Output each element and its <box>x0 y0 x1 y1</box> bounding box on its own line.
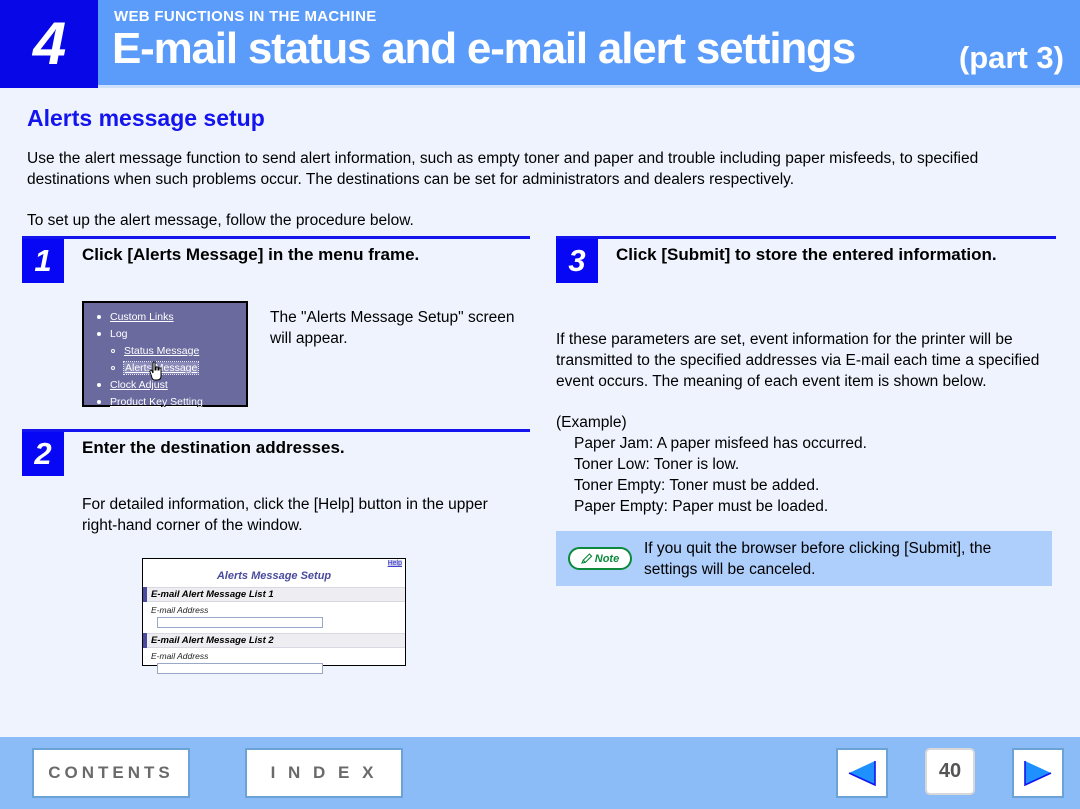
step1-header: 1 Click [Alerts Message] in the menu fra… <box>22 239 530 287</box>
index-button[interactable]: I N D E X <box>245 748 403 798</box>
step1-number-badge: 1 <box>22 239 64 283</box>
menu-frame-mock: Custom Links Log Status Message Alerts M… <box>82 301 248 408</box>
bullet-icon <box>97 400 101 404</box>
step3-heading: Click [Submit] to store the entered info… <box>616 245 997 264</box>
dialog-section-label: E-mail Alert Message List 1 <box>151 589 274 600</box>
step1-caption: The "Alerts Message Setup" screen will a… <box>270 309 515 347</box>
menu-item-label: Custom Links <box>110 311 174 323</box>
note-text: If you quit the browser before clicking … <box>644 539 992 578</box>
section-marker-icon <box>143 633 147 648</box>
menu-item-clock-adjust[interactable]: Clock Adjust <box>84 377 246 394</box>
menu-item-log: Log <box>84 326 246 343</box>
contents-button[interactable]: CONTENTS <box>32 748 190 798</box>
step3-body: If these parameters are set, event infor… <box>556 331 1040 390</box>
page-number: 40 <box>925 748 975 795</box>
menu-item-custom-links[interactable]: Custom Links <box>84 309 246 326</box>
bullet-hollow-icon <box>111 366 115 370</box>
header-kicker: WEB FUNCTIONS IN THE MACHINE <box>114 8 377 25</box>
example-title: (Example) <box>556 414 627 431</box>
next-page-button[interactable] <box>1012 748 1064 798</box>
dialog-section-header: E-mail Alert Message List 2 <box>143 633 405 648</box>
section-intro: Use the alert message function to send a… <box>27 150 979 188</box>
section-marker-icon <box>143 587 147 602</box>
section-intro-secondary: To set up the alert message, follow the … <box>27 212 414 229</box>
menu-item-label: Log <box>110 328 128 340</box>
page-header: 4 WEB FUNCTIONS IN THE MACHINE E-mail st… <box>0 0 1080 88</box>
pencil-icon <box>580 552 593 564</box>
bullet-icon <box>97 332 101 336</box>
email-address-input-1[interactable] <box>157 617 323 628</box>
menu-item-label: Product Key Setting <box>110 396 203 408</box>
bullet-icon <box>97 315 101 319</box>
section-title: Alerts message setup <box>27 105 265 131</box>
header-part-label: (part 3) <box>958 40 1064 75</box>
dialog-section-header: E-mail Alert Message List 1 <box>143 587 405 602</box>
menu-item-status-message[interactable]: Status Message <box>84 343 246 360</box>
left-column: 1 Click [Alerts Message] in the menu fra… <box>22 236 530 674</box>
note-label: Note <box>594 552 620 565</box>
chapter-number: 4 <box>32 10 66 77</box>
bullet-icon <box>97 383 101 387</box>
menu-item-label: Status Message <box>124 345 200 357</box>
step2-header: 2 Enter the destination addresses. <box>22 432 530 480</box>
step1-illustration: Custom Links Log Status Message Alerts M… <box>22 301 530 413</box>
page-root: 4 WEB FUNCTIONS IN THE MACHINE E-mail st… <box>0 0 1080 809</box>
hand-cursor-icon <box>149 361 162 381</box>
example-item: Paper Empty: Paper must be loaded. <box>574 498 829 515</box>
note-badge: Note <box>568 547 632 570</box>
example-item: Toner Low: Toner is low. <box>574 456 740 473</box>
header-banner: WEB FUNCTIONS IN THE MACHINE E-mail stat… <box>98 0 1080 88</box>
step2-heading: Enter the destination addresses. <box>82 438 345 457</box>
dialog-title: Alerts Message Setup <box>216 570 332 582</box>
menu-item-alerts-message[interactable]: Alerts Message <box>84 360 246 377</box>
header-underline <box>98 85 1080 88</box>
step2-body: For detailed information, click the [Hel… <box>82 496 488 534</box>
example-item: Toner Empty: Toner must be added. <box>574 477 820 494</box>
note-box: Note If you quit the browser before clic… <box>556 531 1052 586</box>
next-page-arrow-icon <box>1024 761 1052 787</box>
page-footer: CONTENTS I N D E X 40 <box>0 737 1080 809</box>
previous-page-button[interactable] <box>836 748 888 798</box>
dialog-section-label: E-mail Alert Message List 2 <box>151 635 274 646</box>
alerts-message-setup-dialog: Help Alerts Message Setup E-mail Alert M… <box>142 558 406 674</box>
step3-number-badge: 3 <box>556 239 598 283</box>
step3-header: 3 Click [Submit] to store the entered in… <box>556 239 1056 287</box>
bullet-hollow-icon <box>111 349 115 353</box>
right-column: 3 Click [Submit] to store the entered in… <box>556 236 1056 586</box>
example-item: Paper Jam: A paper misfeed has occurred. <box>574 435 867 452</box>
previous-page-arrow-icon <box>848 761 876 787</box>
menu-item-product-key-setting[interactable]: Product Key Setting <box>84 394 246 411</box>
example-block: (Example) Paper Jam: A paper misfeed has… <box>556 412 1056 517</box>
step1-heading: Click [Alerts Message] in the menu frame… <box>82 245 420 264</box>
chapter-number-box: 4 <box>0 0 98 88</box>
dialog-help-link[interactable]: Help <box>387 560 402 567</box>
dialog-field-label: E-mail Address <box>151 605 209 615</box>
email-address-input-2[interactable] <box>157 663 323 674</box>
step2-number-badge: 2 <box>22 432 64 476</box>
page-title: E-mail status and e-mail alert settings <box>112 24 856 73</box>
dialog-field-label: E-mail Address <box>151 651 209 661</box>
